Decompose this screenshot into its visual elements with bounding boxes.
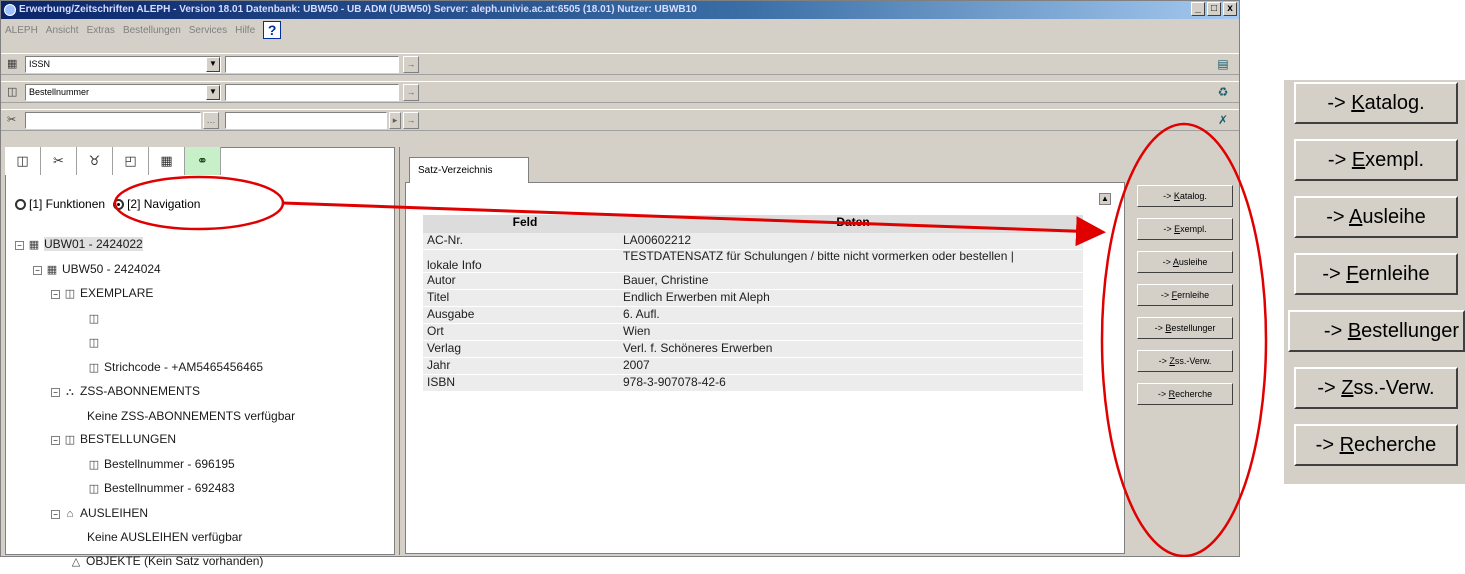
button-column-highlight-ellipse [1102,124,1266,556]
annotation-overlay [0,0,1465,557]
navigation-highlight-ellipse [115,177,283,229]
annotation-arrow [283,203,1100,232]
